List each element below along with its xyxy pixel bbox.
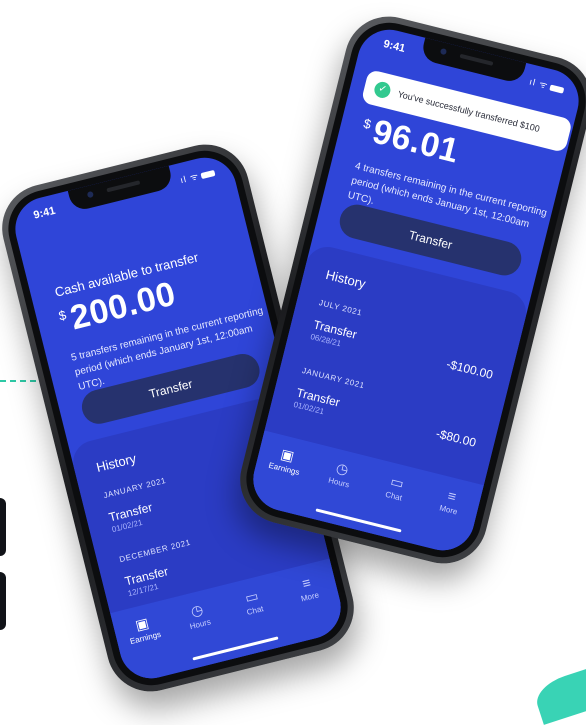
history-section-label: JANUARY 2021 (301, 365, 366, 391)
decorative-card-edge (0, 498, 6, 556)
tab-earnings[interactable]: ▣ Earnings (253, 442, 311, 515)
tab-hours[interactable]: ◷ Hours (174, 597, 232, 670)
check-icon: ✓ (372, 80, 393, 100)
tab-chat[interactable]: ▭ Chat (228, 583, 286, 656)
decorative-card-edge (0, 572, 6, 630)
battery-icon (549, 84, 565, 94)
phone-right: 9:41 ıl ᯤ ✓ You've successfully transfer… (230, 7, 586, 573)
history-panel: History JULY 2021 Transfer 06/28/21 -$10… (246, 242, 531, 558)
signal-wifi-icon: ıl ᯤ (179, 170, 201, 186)
status-icons: ıl ᯤ (179, 165, 216, 186)
tab-more[interactable]: ≡ More (417, 483, 475, 556)
currency-symbol: $ (362, 115, 373, 132)
history-title: History (94, 450, 138, 475)
signal-wifi-icon: ıl ᯤ (528, 76, 550, 91)
tab-more[interactable]: ≡ More (283, 570, 341, 643)
status-time: 9:41 (32, 204, 57, 222)
currency-symbol: $ (57, 307, 68, 324)
transaction-amount: -$80.00 (434, 426, 478, 450)
history-section-label: JANUARY 2021 (102, 475, 168, 501)
status-time: 9:41 (382, 38, 407, 55)
history-title: History (324, 267, 368, 292)
transaction-amount: -$100.00 (445, 356, 495, 382)
tab-hours[interactable]: ◷ Hours (307, 455, 365, 528)
decorative-accent-shape (531, 665, 586, 725)
history-section-label: JULY 2021 (318, 298, 364, 318)
status-icons: ıl ᯤ (528, 75, 565, 96)
battery-icon (200, 169, 216, 179)
tab-chat[interactable]: ▭ Chat (362, 469, 420, 542)
tab-earnings[interactable]: ▣ Earnings (119, 611, 177, 684)
